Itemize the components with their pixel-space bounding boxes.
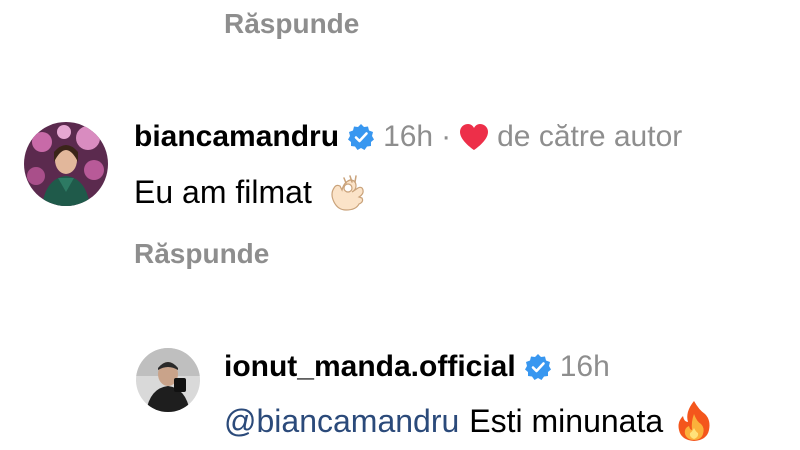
verified-badge-icon bbox=[347, 123, 375, 151]
comment-text-content: Eu am filmat bbox=[134, 173, 312, 210]
reply-button[interactable]: Răspunde bbox=[224, 8, 359, 40]
fire-emoji bbox=[677, 400, 711, 442]
heart-icon bbox=[459, 123, 489, 151]
comment-text: @biancamandru Esti minunata bbox=[224, 400, 711, 442]
avatar[interactable] bbox=[24, 122, 108, 206]
comment-header: biancamandru 16h · de către autor bbox=[134, 120, 682, 154]
comment-time: 16h bbox=[383, 120, 434, 153]
comment-header: ionut_manda.official 16h bbox=[224, 350, 610, 384]
mention-link[interactable]: @biancamandru bbox=[224, 403, 459, 440]
avatar[interactable] bbox=[136, 348, 200, 412]
username[interactable]: ionut_manda.official bbox=[224, 350, 516, 384]
separator-dot: · bbox=[441, 120, 452, 153]
verified-badge-icon bbox=[524, 353, 552, 381]
comment-text-content: Esti minunata bbox=[469, 402, 664, 439]
username[interactable]: biancamandru bbox=[134, 120, 339, 154]
reply-button[interactable]: Răspunde bbox=[134, 238, 269, 270]
liked-by-author-label: de către autor bbox=[497, 120, 683, 153]
comment-time: 16h bbox=[559, 350, 610, 383]
ok-hand-emoji bbox=[326, 172, 366, 212]
comments-thread: Răspunde biancamandru 16h · de către aut… bbox=[0, 0, 800, 450]
comment-text: Eu am filmat bbox=[134, 172, 366, 212]
